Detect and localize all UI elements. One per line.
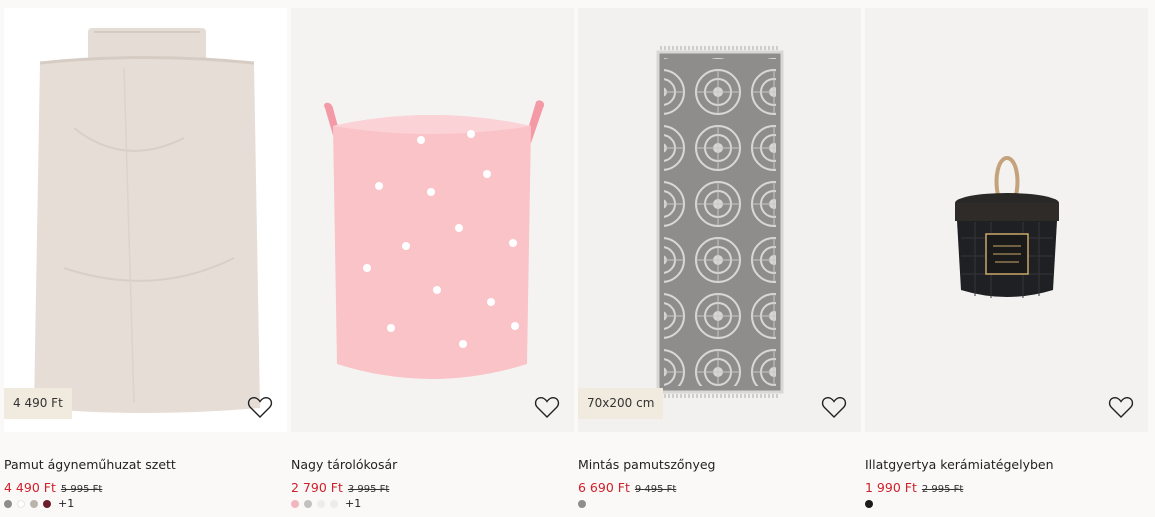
heart-outline-icon[interactable]: [247, 395, 273, 419]
color-swatches: [578, 499, 591, 508]
product-card[interactable]: Illatgyertya kerámiatégelyben 1 990 Ft 2 …: [865, 8, 1148, 517]
price-row: 6 690 Ft 9 495 Ft: [578, 477, 676, 496]
color-swatch[interactable]: [291, 499, 299, 508]
product-image-candle[interactable]: [865, 8, 1148, 432]
product-card[interactable]: 4 490 Ft Pamut ágyneműhuzat szett 4 490 …: [4, 8, 287, 517]
price-row: 1 990 Ft 2 995 Ft: [865, 477, 963, 496]
color-swatch[interactable]: [30, 499, 38, 508]
color-swatch[interactable]: [17, 499, 25, 508]
more-colors-count[interactable]: +1: [345, 498, 361, 509]
product-title[interactable]: Illatgyertya kerámiatégelyben: [865, 457, 1054, 472]
heart-outline-icon[interactable]: [534, 395, 560, 419]
original-price: 3 995 Ft: [347, 484, 390, 495]
color-swatch[interactable]: [43, 499, 51, 508]
product-title[interactable]: Mintás pamutszőnyeg: [578, 457, 716, 472]
more-colors-count[interactable]: +1: [58, 498, 74, 509]
original-price: 9 495 Ft: [634, 484, 677, 495]
color-swatch[interactable]: [330, 499, 338, 508]
color-swatches: +1: [4, 498, 74, 509]
size-tag: 70x200 cm: [578, 388, 664, 419]
sale-price: 2 790 Ft: [291, 480, 343, 495]
sale-price: 4 490 Ft: [4, 480, 56, 495]
color-swatch[interactable]: [865, 499, 873, 508]
product-image-duvet-set[interactable]: 4 490 Ft: [4, 8, 287, 432]
color-swatch[interactable]: [4, 499, 12, 508]
product-title[interactable]: Pamut ágyneműhuzat szett: [4, 457, 176, 472]
color-swatch[interactable]: [578, 499, 586, 508]
heart-outline-icon[interactable]: [821, 395, 847, 419]
sale-price: 6 690 Ft: [578, 480, 630, 495]
color-swatches: +1: [291, 498, 361, 509]
product-card[interactable]: Nagy tárolókosár 2 790 Ft 3 995 Ft +1: [291, 8, 574, 517]
color-swatch[interactable]: [317, 499, 325, 508]
product-image-storage-basket[interactable]: [291, 8, 574, 432]
product-title[interactable]: Nagy tárolókosár: [291, 457, 397, 472]
color-swatches: [865, 499, 878, 508]
product-image-rug[interactable]: 70x200 cm: [578, 8, 861, 432]
color-swatch[interactable]: [304, 499, 312, 508]
original-price: 5 995 Ft: [60, 484, 103, 495]
price-row: 2 790 Ft 3 995 Ft: [291, 477, 389, 496]
product-card[interactable]: 70x200 cm Mintás pamutszőnyeg 6 690 Ft 9 …: [578, 8, 861, 517]
price-tag: 4 490 Ft: [4, 388, 72, 419]
sale-price: 1 990 Ft: [865, 480, 917, 495]
original-price: 2 995 Ft: [921, 484, 964, 495]
heart-outline-icon[interactable]: [1108, 395, 1134, 419]
price-row: 4 490 Ft 5 995 Ft: [4, 477, 102, 496]
product-grid: 4 490 Ft Pamut ágyneműhuzat szett 4 490 …: [4, 8, 1151, 517]
